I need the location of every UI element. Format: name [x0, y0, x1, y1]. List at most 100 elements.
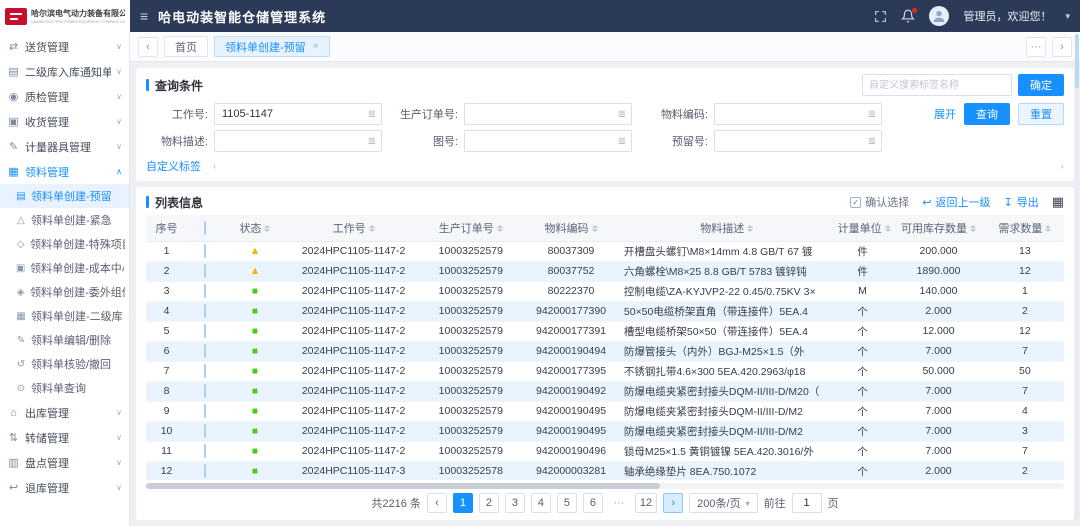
sidebar-item-quality[interactable]: ◉质检管理∨ [0, 84, 129, 109]
column-header-status[interactable]: 状态 [222, 215, 288, 241]
page-button-4[interactable]: 4 [531, 493, 551, 513]
expand-filters-link[interactable]: 展开 [934, 106, 956, 122]
tab-create-reserve[interactable]: 领料单创建-预留 × [214, 36, 330, 57]
sort-icon[interactable] [747, 225, 753, 232]
custom-tag-name-input[interactable] [862, 74, 1012, 96]
sidebar-item-stocktake[interactable]: ▥盘点管理∨ [0, 450, 129, 475]
goto-page-input[interactable] [792, 493, 822, 513]
sidebar-item-delivery[interactable]: ⇄送货管理∨ [0, 34, 129, 59]
table-row[interactable]: 4■2024HPC1105-1147-210003252579942000177… [146, 301, 1064, 321]
page-button-6[interactable]: 6 [583, 493, 603, 513]
page-button-1[interactable]: 1 [453, 493, 473, 513]
column-header-order_no[interactable]: 生产订单号 [419, 215, 522, 241]
sort-icon[interactable] [497, 225, 503, 232]
row-checkbox[interactable] [204, 384, 206, 398]
sort-icon[interactable] [592, 225, 598, 232]
table-row[interactable]: 9■2024HPC1105-1147-210003252579942000190… [146, 401, 1064, 421]
sort-icon[interactable] [369, 225, 375, 232]
field-picker-icon[interactable]: ≣ [368, 136, 376, 147]
row-checkbox[interactable] [204, 344, 206, 358]
fullscreen-icon[interactable] [874, 10, 887, 23]
drawing-no-input[interactable]: ≣ [464, 130, 632, 152]
table-row[interactable]: 3■2024HPC1105-1147-21000325257980222370控… [146, 281, 1064, 301]
sidebar-item-query[interactable]: ⊙领料单查询 [0, 376, 129, 400]
sort-icon[interactable] [885, 225, 891, 232]
tabs-more-icon[interactable]: ··· [1026, 37, 1046, 57]
sidebar-item-secondary-inbound-notice[interactable]: ▤二级库入库通知单∨ [0, 59, 129, 84]
page-size-select[interactable]: 200条/页 ▾ [689, 493, 757, 513]
row-checkbox[interactable] [204, 424, 206, 438]
field-picker-icon[interactable]: ≣ [868, 136, 876, 147]
select-all-checkbox[interactable] [204, 221, 206, 235]
row-checkbox[interactable] [204, 364, 206, 378]
notification-bell-icon[interactable] [901, 9, 915, 23]
tags-scroll-left-icon[interactable]: ‹ [213, 161, 216, 172]
table-row[interactable]: 5■2024HPC1105-1147-210003252579942000177… [146, 321, 1064, 341]
sidebar-item-create-cost-center[interactable]: ▣领料单创建-成本中心 [0, 256, 129, 280]
sort-icon[interactable] [264, 225, 270, 232]
sidebar-item-create-secondary[interactable]: ▦领料单创建-二级库 [0, 304, 129, 328]
row-checkbox[interactable] [204, 404, 206, 418]
sidebar-item-create-outsource[interactable]: ◈领料单创建-委外组件 [0, 280, 129, 304]
tags-scroll-right-icon[interactable]: › [1061, 161, 1064, 172]
close-icon[interactable]: × [313, 41, 319, 52]
field-picker-icon[interactable]: ≣ [618, 136, 626, 147]
user-avatar[interactable] [929, 6, 949, 26]
column-header-material_code[interactable]: 物料编码 [522, 215, 620, 241]
back-up-level-button[interactable]: ↩ 返回上一级 [922, 194, 990, 210]
horizontal-scrollbar-thumb[interactable] [146, 483, 660, 489]
row-checkbox[interactable] [204, 304, 206, 318]
table-row[interactable]: 6■2024HPC1105-1147-210003252579942000190… [146, 341, 1064, 361]
sort-icon[interactable] [970, 225, 976, 232]
field-picker-icon[interactable]: ≣ [618, 109, 626, 120]
sidebar-item-create-urgent[interactable]: △领料单创建-紧急 [0, 208, 129, 232]
table-row[interactable]: 11■2024HPC1105-1147-21000325257994200019… [146, 441, 1064, 461]
page-button-5[interactable]: 5 [557, 493, 577, 513]
column-header-stock_qty[interactable]: 可用库存数量 [891, 215, 986, 241]
column-header-work_no[interactable]: 工作号 [288, 215, 420, 241]
search-button[interactable]: 查询 [964, 103, 1010, 125]
row-checkbox[interactable] [204, 324, 206, 338]
sidebar-item-return[interactable]: ↩退库管理∨ [0, 475, 129, 500]
tabs-scroll-left-icon[interactable]: ‹ [138, 37, 158, 57]
row-checkbox[interactable] [204, 444, 206, 458]
field-picker-icon[interactable]: ≣ [368, 109, 376, 120]
row-checkbox[interactable] [204, 244, 206, 258]
sidebar-item-material-requisition[interactable]: ▦领料管理∧ [0, 159, 129, 184]
confirm-select-button[interactable]: ✓ 确认选择 [850, 194, 909, 210]
row-checkbox[interactable] [204, 464, 206, 478]
page-button-2[interactable]: 2 [479, 493, 499, 513]
page-button-12[interactable]: 12 [635, 493, 657, 513]
column-header-demand_qty[interactable]: 需求数量 [986, 215, 1064, 241]
confirm-button[interactable]: 确定 [1018, 74, 1064, 96]
table-row[interactable]: 12■2024HPC1105-1147-31000325257894200000… [146, 461, 1064, 480]
chevron-down-icon[interactable]: ▾ [1065, 11, 1070, 22]
material-code-input[interactable]: ≣ [714, 103, 882, 125]
sidebar-item-transfer[interactable]: ⇅转储管理∨ [0, 425, 129, 450]
next-page-button[interactable]: › [663, 493, 683, 513]
vertical-scrollbar-thumb[interactable] [1075, 34, 1079, 88]
table-row[interactable]: 7■2024HPC1105-1147-210003252579942000177… [146, 361, 1064, 381]
work-no-input[interactable]: 1105-1147 ≣ [214, 103, 382, 125]
column-settings-icon[interactable]: ▦ [1052, 194, 1064, 210]
table-row[interactable]: 2▲2024HPC1105-1147-21000325257980037752六… [146, 261, 1064, 281]
tabs-scroll-right-icon[interactable]: › [1052, 37, 1072, 57]
reserve-no-input[interactable]: ≣ [714, 130, 882, 152]
export-button[interactable]: ↧ 导出 [1003, 194, 1038, 210]
sort-icon[interactable] [1045, 225, 1051, 232]
sidebar-item-receiving[interactable]: ▣收货管理∨ [0, 109, 129, 134]
prev-page-button[interactable]: ‹ [427, 493, 447, 513]
tab-home[interactable]: 首页 [164, 36, 208, 57]
page-button-3[interactable]: 3 [505, 493, 525, 513]
row-checkbox[interactable] [204, 264, 206, 278]
table-row[interactable]: 8■2024HPC1105-1147-210003252579942000190… [146, 381, 1064, 401]
material-desc-input[interactable]: ≣ [214, 130, 382, 152]
custom-tags-link[interactable]: 自定义标签 [146, 158, 201, 174]
field-picker-icon[interactable]: ≣ [868, 109, 876, 120]
sidebar-item-create-reserve[interactable]: ▤领料单创建-预留 [0, 184, 129, 208]
sidebar-item-create-special[interactable]: ◇领料单创建-特殊项目 [0, 232, 129, 256]
column-header-material_desc[interactable]: 物料描述 [620, 215, 834, 241]
sidebar-collapse-icon[interactable]: ≡ [140, 8, 148, 24]
sidebar-item-measuring-tools[interactable]: ✎计量器具管理∨ [0, 134, 129, 159]
sidebar-item-edit-delete[interactable]: ✎领料单编辑/删除 [0, 328, 129, 352]
